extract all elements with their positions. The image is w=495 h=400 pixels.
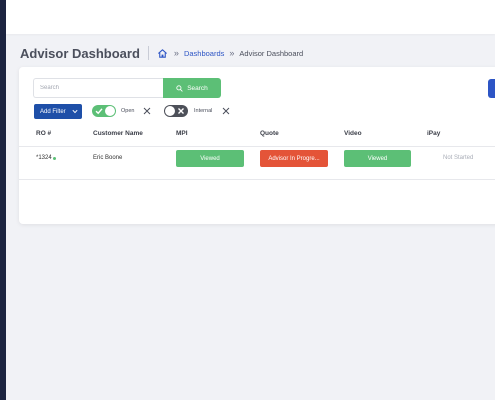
quote-status-button[interactable]: Advisor In Progre... [260, 150, 328, 167]
add-filter-button[interactable]: Add Filter [34, 104, 82, 119]
search-icon [176, 84, 183, 92]
customer-name-cell: Eric Boone [93, 155, 123, 161]
toggle-knob [165, 106, 175, 116]
left-navigation-rail [0, 0, 6, 400]
remove-internal-filter-close-icon[interactable] [222, 107, 230, 115]
home-icon[interactable] [157, 47, 169, 59]
ipay-status: Not Started [443, 155, 474, 161]
mpi-status-button[interactable]: Viewed [176, 150, 244, 167]
toggle-knob [105, 106, 115, 116]
video-status-button[interactable]: Viewed [344, 150, 411, 167]
ro-number-cell[interactable]: *1324 [36, 155, 56, 161]
remove-open-filter-close-icon[interactable] [143, 107, 151, 115]
status-dot [52, 156, 56, 160]
internal-filter-label: Internal [194, 108, 213, 114]
column-header-ro[interactable]: RO # [36, 130, 51, 137]
breadcrumb-separator: » [173, 48, 179, 58]
header-divider [147, 46, 149, 60]
column-header-mpi[interactable]: MPI [176, 130, 188, 137]
search-button[interactable]: Search [163, 78, 221, 98]
open-filter-label: Open [121, 108, 135, 114]
breadcrumb-separator: » [229, 48, 235, 58]
page-title: Advisor Dashboard [20, 45, 140, 61]
search-button-label: Search [187, 84, 208, 92]
x-icon [178, 108, 184, 114]
ro-number[interactable]: *1324 [36, 155, 52, 161]
action-button[interactable] [488, 79, 495, 98]
breadcrumb-link-dashboards[interactable]: Dashboards [184, 49, 224, 58]
column-header-customer-name[interactable]: Customer Name [93, 130, 143, 137]
breadcrumb-current: Advisor Dashboard [239, 48, 304, 58]
internal-filter-toggle[interactable] [164, 105, 188, 117]
search-input[interactable] [33, 78, 163, 98]
table-header-divider [19, 146, 495, 147]
column-header-ipay[interactable]: iPay [427, 130, 440, 137]
chevron-down-icon [72, 109, 78, 114]
add-filter-label: Add Filter [40, 108, 66, 115]
table-row-divider [19, 179, 495, 180]
dashboard-card: Search Add Filter Open Internal RO # Cus… [19, 67, 495, 224]
open-filter-toggle[interactable] [92, 105, 116, 117]
check-icon [95, 108, 103, 115]
column-header-video[interactable]: Video [344, 130, 362, 137]
column-header-quote[interactable]: Quote [260, 130, 279, 137]
page-header: Advisor Dashboard » Dashboards » Advisor… [20, 43, 303, 63]
top-app-bar [6, 0, 495, 34]
